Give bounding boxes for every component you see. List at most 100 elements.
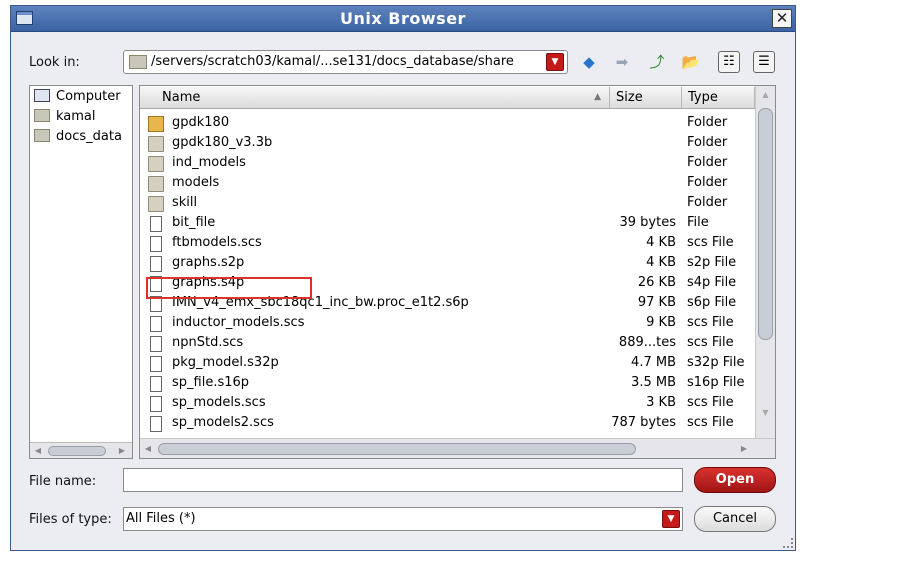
- file-icon: [150, 236, 162, 252]
- back-arrow-icon[interactable]: ◆: [579, 52, 599, 72]
- look-in-path: /servers/scratch03/kamal/...se131/docs_d…: [151, 54, 514, 69]
- file-name: gpdk180_v3.3b: [172, 135, 273, 150]
- file-name: gpdk180: [172, 115, 230, 130]
- file-name-field[interactable]: [123, 468, 683, 492]
- folder-icon: [148, 156, 164, 172]
- sidebar-item-kamal[interactable]: kamal: [34, 109, 96, 127]
- folder-icon: [148, 176, 164, 192]
- file-icon: [150, 356, 162, 372]
- cancel-button-label: Cancel: [712, 511, 758, 526]
- scroll-left-icon[interactable]: ◀: [142, 443, 154, 455]
- look-in-dropdown-button[interactable]: ▼: [546, 53, 564, 71]
- sidebar-item-docs-data[interactable]: docs_data: [34, 129, 122, 147]
- sidebar-item-label: docs_data: [56, 129, 122, 144]
- column-header-name[interactable]: Name ▲: [140, 87, 610, 109]
- scroll-thumb[interactable]: [758, 108, 773, 340]
- up-folder-icon[interactable]: ⤴: [647, 52, 667, 72]
- file-type: File: [687, 215, 709, 230]
- window-title: Unix Browser: [340, 9, 466, 28]
- sidebar-item-computer[interactable]: Computer: [34, 89, 121, 107]
- list-item[interactable]: inductor_models.scs 9 KB scs File: [140, 314, 755, 334]
- folder-icon: [148, 136, 164, 152]
- sort-ascending-icon: ▲: [594, 92, 601, 102]
- list-view-icon[interactable]: ☷: [718, 51, 740, 73]
- file-type: s2p File: [687, 255, 737, 270]
- file-type: s32p File: [687, 355, 745, 370]
- file-type: Folder: [687, 155, 728, 170]
- file-name: sp_models.scs: [172, 395, 266, 410]
- file-type: s16p File: [687, 375, 745, 390]
- list-item[interactable]: sp_models2.scs 787 bytes scs File: [140, 414, 755, 434]
- list-item[interactable]: pkg_model.s32p 4.7 MB s32p File: [140, 354, 755, 374]
- open-button-label: Open: [715, 472, 755, 487]
- files-of-type-label: Files of type:: [29, 512, 112, 527]
- scroll-thumb[interactable]: [158, 443, 636, 455]
- open-button[interactable]: Open: [694, 467, 776, 493]
- scroll-left-icon[interactable]: ◀: [32, 445, 44, 457]
- file-type-select[interactable]: All Files (*) ▼: [123, 507, 683, 531]
- file-name-label: File name:: [29, 474, 97, 489]
- file-size: 4 KB: [646, 235, 676, 250]
- file-type: s4p File: [687, 275, 737, 290]
- file-list-vertical-scrollbar[interactable]: ▲ ▼: [755, 86, 775, 440]
- file-type: Folder: [687, 115, 728, 130]
- list-item[interactable]: gpdk180 Folder: [140, 114, 755, 134]
- file-type: scs File: [687, 235, 734, 250]
- scroll-down-icon[interactable]: ▼: [758, 408, 773, 420]
- file-size: 4.7 MB: [631, 355, 676, 370]
- file-size: 889...tes: [618, 335, 676, 350]
- file-type: scs File: [687, 315, 734, 330]
- list-item[interactable]: skill Folder: [140, 194, 755, 214]
- file-type: Folder: [687, 175, 728, 190]
- file-type-value: All Files (*): [126, 511, 196, 526]
- cancel-button[interactable]: Cancel: [694, 506, 776, 532]
- title-bar[interactable]: Unix Browser ✕: [11, 6, 795, 32]
- list-item[interactable]: graphs.s2p 4 KB s2p File: [140, 254, 755, 274]
- list-item[interactable]: ftbmodels.scs 4 KB scs File: [140, 234, 755, 254]
- list-item[interactable]: gpdk180_v3.3b Folder: [140, 134, 755, 154]
- computer-icon: [34, 89, 50, 102]
- list-item[interactable]: ind_models Folder: [140, 154, 755, 174]
- scroll-thumb[interactable]: [48, 446, 106, 456]
- folder-icon: [148, 196, 164, 212]
- file-type: scs File: [687, 335, 734, 350]
- file-size: 26 KB: [637, 275, 676, 290]
- file-type: scs File: [687, 395, 734, 410]
- file-icon: [150, 336, 162, 352]
- scroll-right-icon[interactable]: ▶: [116, 445, 128, 457]
- file-name: npnStd.scs: [172, 335, 244, 350]
- scroll-right-icon[interactable]: ▶: [738, 443, 750, 455]
- column-header-label: Size: [616, 90, 643, 105]
- column-header-size[interactable]: Size: [610, 87, 682, 109]
- scroll-up-icon[interactable]: ▲: [758, 90, 773, 102]
- sidebar-item-label: kamal: [56, 109, 96, 124]
- unix-browser-dialog: Unix Browser ✕ Look in: /servers/scratch…: [10, 5, 796, 551]
- folder-icon: [34, 129, 50, 142]
- column-header-type[interactable]: Type: [682, 87, 755, 109]
- home-folder-icon: [34, 109, 50, 122]
- file-name: skill: [172, 195, 198, 210]
- details-view-icon[interactable]: ☰: [753, 51, 775, 73]
- forward-arrow-icon[interactable]: ➡: [612, 52, 632, 72]
- list-item[interactable]: sp_file.s16p 3.5 MB s16p File: [140, 374, 755, 394]
- list-item[interactable]: npnStd.scs 889...tes scs File: [140, 334, 755, 354]
- file-icon: [150, 216, 162, 232]
- file-size: 97 KB: [637, 295, 676, 310]
- file-icon: [150, 316, 162, 332]
- file-size: 39 bytes: [619, 215, 677, 230]
- resize-grip-icon[interactable]: [783, 538, 793, 548]
- list-item[interactable]: models Folder: [140, 174, 755, 194]
- file-name: sp_models2.scs: [172, 415, 274, 430]
- file-size: 3 KB: [646, 395, 676, 410]
- new-folder-icon[interactable]: 📂: [681, 52, 701, 72]
- list-item[interactable]: sp_models.scs 3 KB scs File: [140, 394, 755, 414]
- list-item[interactable]: bit_file 39 bytes File: [140, 214, 755, 234]
- file-name: sp_file.s16p: [172, 375, 250, 390]
- look-in-combo[interactable]: /servers/scratch03/kamal/...se131/docs_d…: [123, 50, 568, 74]
- close-button[interactable]: ✕: [772, 9, 792, 28]
- file-type: Folder: [687, 135, 728, 150]
- file-type-dropdown-button[interactable]: ▼: [662, 510, 680, 528]
- file-list-horizontal-scrollbar[interactable]: ◀ ▶: [140, 438, 775, 458]
- sidebar-horizontal-scrollbar[interactable]: ◀ ▶: [30, 442, 132, 458]
- file-icon: [150, 256, 162, 272]
